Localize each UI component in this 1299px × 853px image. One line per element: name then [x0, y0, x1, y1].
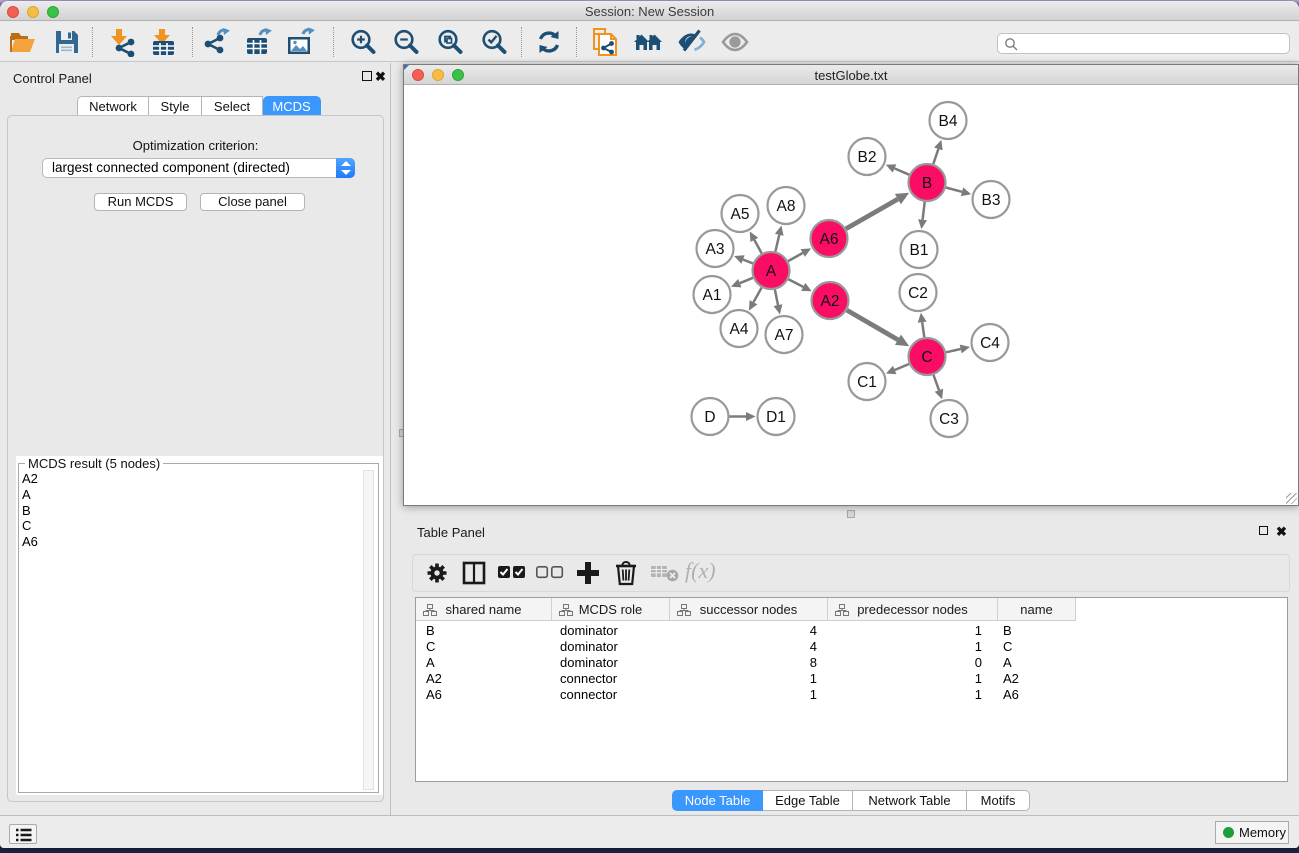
svg-text:A1: A1 — [703, 287, 722, 304]
svg-text:D: D — [704, 409, 715, 426]
svg-text:B2: B2 — [858, 149, 877, 166]
svg-text:B: B — [922, 175, 932, 192]
svg-text:A3: A3 — [706, 241, 725, 258]
svg-text:A8: A8 — [777, 198, 796, 215]
svg-text:A7: A7 — [775, 327, 794, 344]
svg-text:A: A — [766, 263, 777, 280]
svg-text:A2: A2 — [821, 293, 840, 310]
svg-text:C4: C4 — [980, 335, 1000, 352]
svg-text:C: C — [921, 349, 932, 366]
svg-text:B1: B1 — [910, 242, 929, 259]
svg-text:B4: B4 — [939, 113, 958, 130]
svg-text:C3: C3 — [939, 411, 959, 428]
svg-text:A6: A6 — [820, 231, 839, 248]
svg-text:C1: C1 — [857, 374, 877, 391]
svg-text:A4: A4 — [730, 321, 749, 338]
svg-text:A5: A5 — [731, 206, 750, 223]
svg-text:D1: D1 — [766, 409, 786, 426]
svg-text:C2: C2 — [908, 285, 928, 302]
svg-text:B3: B3 — [982, 192, 1001, 209]
